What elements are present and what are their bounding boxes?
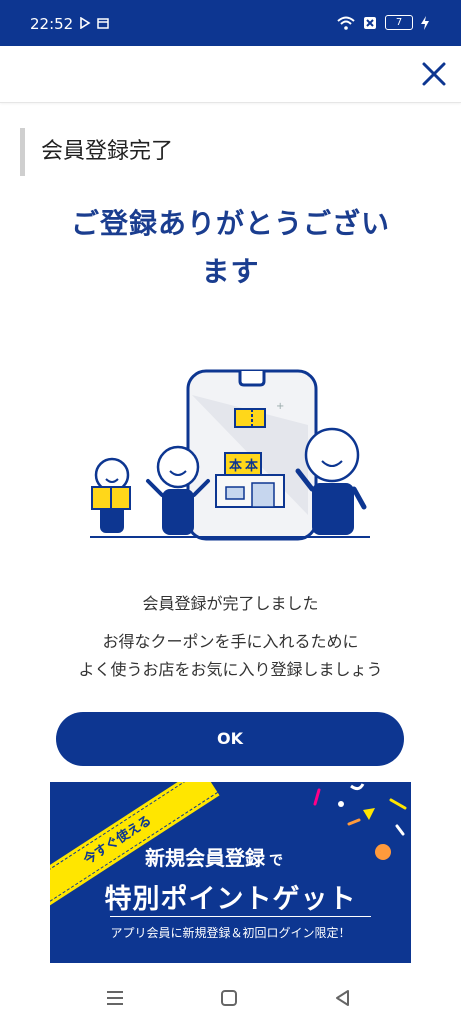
close-icon[interactable] (417, 57, 451, 91)
store-sign-right: 本 (245, 458, 258, 474)
promo-line-1-text: 新規会員登録 (145, 846, 265, 870)
system-nav-bar (0, 970, 461, 1024)
menu-icon[interactable] (101, 984, 129, 1012)
message-line-1: お得なクーポンを手に入れるために (102, 632, 359, 651)
status-bar: 22:52 7 (0, 0, 461, 46)
completion-message: 会員登録が完了しました (142, 594, 319, 613)
wifi-icon (337, 16, 355, 30)
play-icon (80, 17, 91, 29)
status-time: 22:52 (30, 15, 74, 33)
promo-line-3: アプリ会員に新規登録＆初回ログイン限定！ (110, 926, 351, 940)
headline-line-1: ご登録ありがとうござい (70, 207, 390, 240)
promo-line-2: 特別ポイントゲット (104, 884, 357, 915)
favorite-store-message: お得なクーポンを手に入れるために よく使うお店をお気に入り登録しましょう (0, 628, 461, 684)
headline-line-2: ます (201, 255, 260, 288)
sim-icon (364, 16, 376, 29)
calendar-icon (97, 18, 109, 29)
promo-banner[interactable]: 今すぐ使える 新規会員登録で 特別ポイントゲット アプリ会員に新規登録＆初回ログ… (50, 782, 411, 963)
thank-you-headline: ご登録ありがとうござい ます (40, 200, 421, 296)
battery-indicator: 7 (385, 15, 413, 30)
back-icon[interactable] (329, 984, 357, 1012)
home-icon[interactable] (215, 984, 243, 1012)
svg-text:+: + (276, 401, 284, 412)
store-sign-left: 本 (229, 458, 242, 474)
ok-button[interactable]: OK (56, 712, 404, 766)
registration-complete-illustration: + 本 本 (90, 369, 370, 541)
section-title: 会員登録完了 (20, 128, 173, 176)
charging-icon (421, 15, 429, 30)
promo-line-1-suffix: で (269, 853, 283, 869)
confetti-decoration (313, 783, 407, 860)
top-app-bar (0, 46, 461, 103)
promo-divider (110, 916, 371, 917)
promo-line-1: 新規会員登録で (145, 842, 283, 871)
message-line-2: よく使うお店をお気に入り登録しましょう (78, 660, 383, 679)
